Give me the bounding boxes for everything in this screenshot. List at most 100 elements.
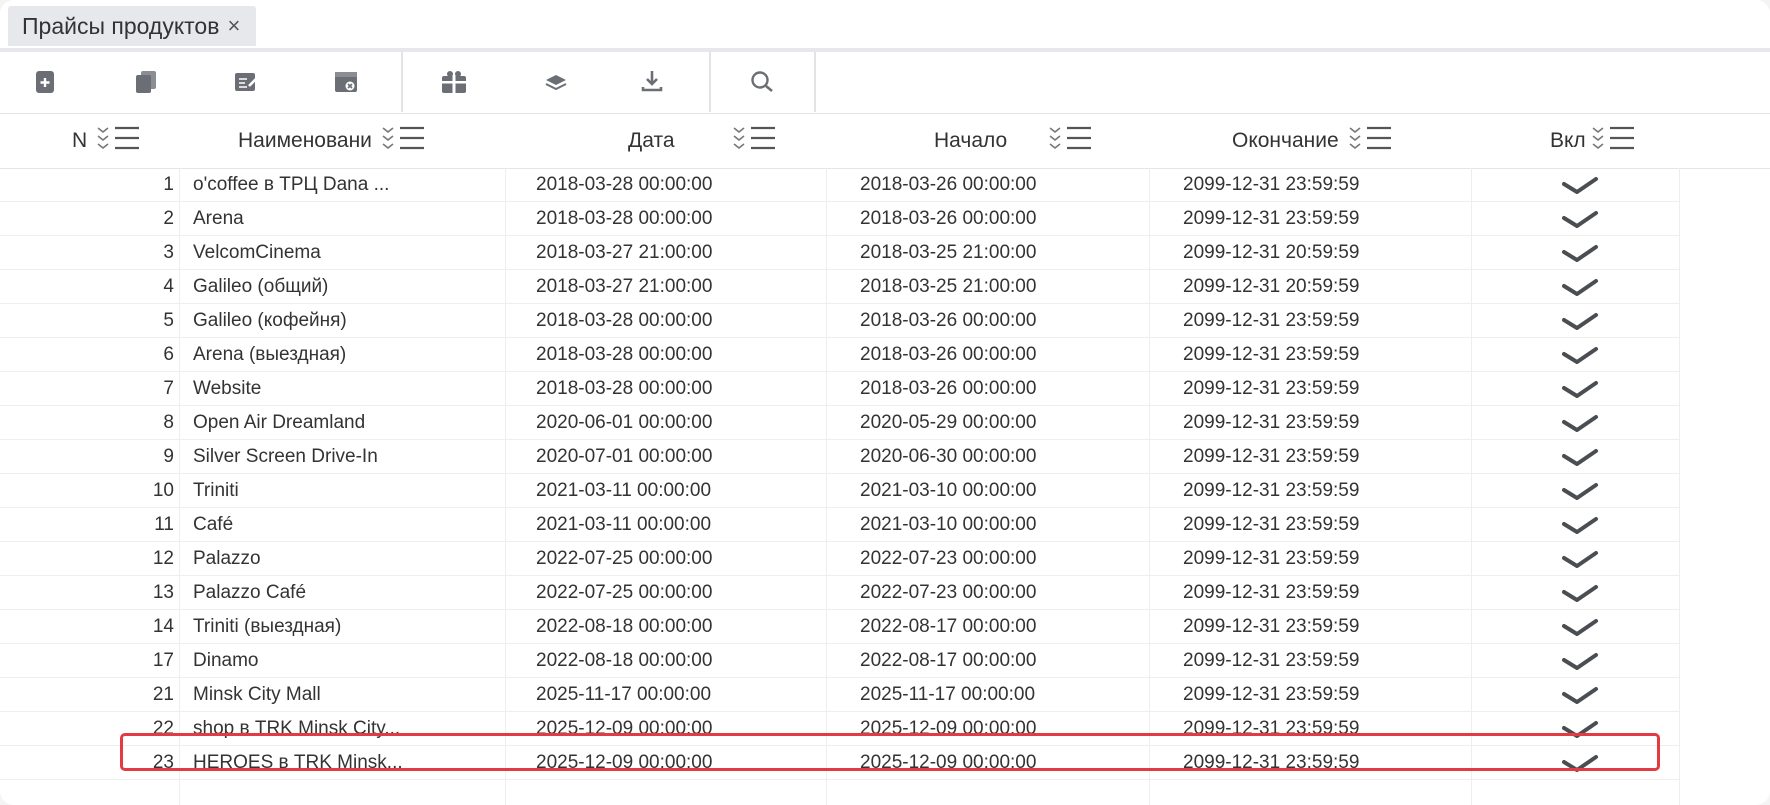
cell-name: Triniti (193, 480, 239, 501)
cell-n: 6 (163, 344, 174, 365)
cell-date: 2025-12-09 00:00:00 (536, 718, 713, 739)
checkmark-icon[interactable] (1475, 440, 1685, 473)
checkmark-icon[interactable] (1475, 474, 1685, 507)
column-filter-icon[interactable] (380, 123, 426, 159)
cell-start: 2020-06-30 00:00:00 (860, 446, 1037, 467)
toolbar-separator (814, 52, 816, 112)
cell-name: Palazzo (193, 548, 261, 569)
table-row[interactable]: 17 Dinamo 2022-08-18 00:00:00 2022-08-17 00… (0, 644, 1680, 678)
column-filter-icon[interactable] (1347, 123, 1393, 159)
cell-n: 12 (152, 548, 174, 569)
cell-name: VelcomCinema (193, 242, 321, 263)
cell-n: 3 (163, 242, 174, 263)
cell-date: 2018-03-28 00:00:00 (536, 174, 713, 195)
column-filter-icon[interactable] (1590, 123, 1636, 159)
table-row[interactable]: 8 Open Air Dreamland 2020-06-01 00:00:00 20… (0, 406, 1680, 440)
checkmark-icon[interactable] (1475, 610, 1685, 643)
cell-end: 2099-12-31 20:59:59 (1183, 276, 1360, 297)
checkmark-icon[interactable] (1475, 372, 1685, 405)
table-row[interactable]: 13 Palazzo Café 2022-07-25 00:00:00 2022-07… (0, 576, 1680, 610)
cell-date: 2018-03-27 21:00:00 (536, 276, 713, 297)
cell-start: 2018-03-26 00:00:00 (860, 344, 1037, 365)
cell-end: 2099-12-31 23:59:59 (1183, 582, 1360, 603)
table-row[interactable]: 2 Arena 2018-03-28 00:00:00 2018-03-26 00:0… (0, 202, 1680, 236)
table-row[interactable]: 10 Triniti 2021-03-11 00:00:00 2021-03-10 0… (0, 474, 1680, 508)
edit-icon[interactable] (230, 66, 262, 98)
checkmark-icon[interactable] (1475, 304, 1685, 337)
column-header-start[interactable]: Начало (934, 114, 1093, 168)
cell-n: 4 (163, 276, 174, 297)
cell-start: 2018-03-25 21:00:00 (860, 276, 1037, 297)
cell-end: 2099-12-31 23:59:59 (1183, 174, 1360, 195)
column-filter-icon[interactable] (1047, 123, 1093, 159)
column-header-enabled[interactable]: Вкл (1550, 114, 1636, 168)
table-row[interactable]: 21 Minsk City Mall 2025-11-17 00:00:00 2025… (0, 678, 1680, 712)
layers-icon[interactable] (540, 66, 572, 98)
checkmark-icon[interactable] (1475, 542, 1685, 575)
checkmark-icon[interactable] (1475, 746, 1685, 779)
add-document-icon[interactable] (30, 66, 62, 98)
table-row[interactable]: 9 Silver Screen Drive-In 2020-07-01 00:00:… (0, 440, 1680, 474)
checkmark-icon[interactable] (1475, 236, 1685, 269)
table-row[interactable]: 4 Galileo (общий) 2018-03-27 21:00:00 2018-… (0, 270, 1680, 304)
checkmark-icon[interactable] (1475, 270, 1685, 303)
table-row[interactable]: 22 shop в TRK Minsk City... 2025-12-09 00:… (0, 712, 1680, 746)
checkmark-icon[interactable] (1475, 678, 1685, 711)
app-window: Прайсы продуктов × N Наименовани Дата На… (0, 0, 1770, 805)
tab-title: Прайсы продуктов (22, 12, 220, 39)
checkmark-icon[interactable] (1475, 576, 1685, 609)
cell-start: 2018-03-26 00:00:00 (860, 208, 1037, 229)
cell-date: 2021-03-11 00:00:00 (536, 480, 712, 501)
gift-icon[interactable] (438, 66, 470, 98)
cell-name: o'coffee в ТРЦ Dana ... (193, 174, 390, 195)
column-header-name[interactable]: Наименовани (238, 114, 426, 168)
table-body: 1 o'coffee в ТРЦ Dana ... 2018-03-28 00:00… (0, 168, 1680, 780)
delete-document-icon[interactable] (330, 66, 362, 98)
cell-start: 2022-07-23 00:00:00 (860, 548, 1037, 569)
copy-icon[interactable] (130, 66, 162, 98)
cell-end: 2099-12-31 23:59:59 (1183, 548, 1360, 569)
download-icon[interactable] (636, 66, 668, 98)
cell-date: 2021-03-11 00:00:00 (536, 514, 712, 535)
table-row[interactable]: 23 HEROES в TRK Minsk... 2025-12-09 00:00:… (0, 746, 1680, 780)
cell-end: 2099-12-31 23:59:59 (1183, 412, 1360, 433)
cell-start: 2018-03-26 00:00:00 (860, 174, 1037, 195)
table-row[interactable]: 11 Café 2021-03-11 00:00:00 2021-03-10 00:0… (0, 508, 1680, 542)
cell-name: Arena (выездная) (193, 344, 347, 365)
checkmark-icon[interactable] (1475, 712, 1685, 745)
toolbar-separator (709, 52, 711, 112)
checkmark-icon[interactable] (1475, 202, 1685, 235)
column-header-n[interactable]: N (72, 114, 141, 168)
table-row[interactable]: 5 Galileo (кофейня) 2018-03-28 00:00:00 201… (0, 304, 1680, 338)
checkmark-icon[interactable] (1475, 406, 1685, 439)
cell-end: 2099-12-31 23:59:59 (1183, 752, 1360, 773)
search-icon[interactable] (746, 66, 778, 98)
column-filter-icon[interactable] (731, 123, 777, 159)
column-header-end[interactable]: Окончание (1232, 114, 1393, 168)
checkmark-icon[interactable] (1475, 644, 1685, 677)
column-filter-icon[interactable] (95, 123, 141, 159)
tab-product-prices[interactable]: Прайсы продуктов × (8, 6, 257, 46)
cell-name: Dinamo (193, 650, 259, 671)
table-row[interactable]: 12 Palazzo 2022-07-25 00:00:00 2022-07-23 0… (0, 542, 1680, 576)
checkmark-icon[interactable] (1475, 168, 1685, 201)
table-row[interactable]: 14 Triniti (выездная) 2022-08-18 00:00:00 2… (0, 610, 1680, 644)
table-row[interactable]: 1 o'coffee в ТРЦ Dana ... 2018-03-28 00:00… (0, 168, 1680, 202)
cell-n: 9 (163, 446, 174, 467)
checkmark-icon[interactable] (1475, 338, 1685, 371)
cell-end: 2099-12-31 23:59:59 (1183, 514, 1360, 535)
cell-end: 2099-12-31 20:59:59 (1183, 242, 1360, 263)
cell-date: 2018-03-28 00:00:00 (536, 378, 713, 399)
table-row[interactable]: 7 Website 2018-03-28 00:00:00 2018-03-26 00… (0, 372, 1680, 406)
cell-end: 2099-12-31 23:59:59 (1183, 344, 1360, 365)
tab-close-icon[interactable]: × (227, 13, 240, 39)
table-row[interactable]: 3 VelcomCinema 2018-03-27 21:00:00 2018-03-… (0, 236, 1680, 270)
toolbar-separator (401, 52, 403, 112)
checkmark-icon[interactable] (1475, 508, 1685, 541)
cell-name: Café (193, 514, 234, 535)
cell-date: 2018-03-28 00:00:00 (536, 310, 713, 331)
column-header-date[interactable]: Дата (628, 114, 777, 168)
cell-end: 2099-12-31 23:59:59 (1183, 480, 1360, 501)
cell-end: 2099-12-31 23:59:59 (1183, 208, 1360, 229)
table-row[interactable]: 6 Arena (выездная) 2018-03-28 00:00:00 2018… (0, 338, 1680, 372)
